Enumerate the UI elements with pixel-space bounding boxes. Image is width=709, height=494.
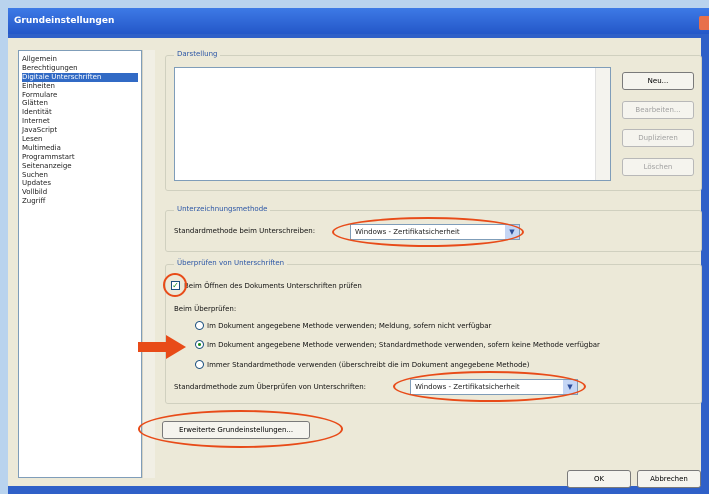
- radio-option-1-label: Im Dokument angegebene Methode verwenden…: [207, 322, 492, 330]
- signing-method-value: Windows - Zertifikatsicherheit: [355, 228, 460, 236]
- verify-on-open-label: Beim Öffnen des Dokuments Unterschriften…: [184, 282, 362, 290]
- cancel-button[interactable]: Abbrechen: [637, 470, 701, 488]
- radio-option-1[interactable]: [195, 321, 204, 330]
- new-button[interactable]: Neu...: [622, 72, 694, 90]
- radio-option-2-label: Im Dokument angegebene Methode verwenden…: [207, 341, 600, 349]
- radio-option-2[interactable]: [195, 340, 204, 349]
- duplicate-button[interactable]: Duplizieren: [622, 129, 694, 147]
- signature-appearance-list[interactable]: [174, 67, 611, 181]
- category-item[interactable]: Glätten: [22, 99, 138, 108]
- category-item[interactable]: JavaScript: [22, 126, 138, 135]
- category-item[interactable]: Updates: [22, 179, 138, 188]
- signing-method-group-title: Unterzeichnungsmethode: [174, 205, 271, 213]
- category-item[interactable]: Seitenanzeige: [22, 162, 138, 171]
- window-title: Grundeinstellungen: [14, 16, 115, 26]
- category-item[interactable]: Allgemein: [22, 55, 138, 64]
- advanced-settings-button[interactable]: Erweiterte Grundeinstellungen...: [162, 421, 310, 439]
- category-item[interactable]: Digitale Unterschriften: [22, 72, 138, 82]
- category-item[interactable]: Internet: [22, 117, 138, 126]
- ok-button[interactable]: OK: [567, 470, 631, 488]
- category-item[interactable]: Berechtigungen: [22, 64, 138, 73]
- category-list[interactable]: Allgemein Berechtigungen Digitale Untersch…: [18, 50, 142, 478]
- radio-option-3-label: Immer Standardmethode verwenden (übersch…: [207, 361, 530, 369]
- verification-method-value: Windows - Zertifikatsicherheit: [415, 383, 520, 391]
- checkmark-icon: ✓: [172, 281, 179, 290]
- darstellung-group-title: Darstellung: [174, 50, 221, 58]
- chevron-down-icon[interactable]: ▼: [563, 380, 577, 394]
- category-item[interactable]: Formulare: [22, 91, 138, 100]
- delete-button[interactable]: Löschen: [622, 158, 694, 176]
- verification-group-title: Überprüfen von Unterschriften: [174, 259, 288, 267]
- category-item[interactable]: Zugriff: [22, 197, 138, 206]
- title-bar[interactable]: Grundeinstellungen: [8, 8, 709, 34]
- category-item[interactable]: Identität: [22, 108, 138, 117]
- category-item[interactable]: Multimedia: [22, 144, 138, 153]
- category-item[interactable]: Vollbild: [22, 188, 138, 197]
- radio-option-3[interactable]: [195, 360, 204, 369]
- verify-on-open-checkbox[interactable]: ✓: [171, 281, 180, 290]
- close-icon[interactable]: [699, 16, 709, 30]
- appearance-list-scrollbar[interactable]: [595, 68, 610, 180]
- chevron-down-icon[interactable]: ▼: [505, 225, 519, 239]
- edit-button[interactable]: Bearbeiten...: [622, 101, 694, 119]
- category-item[interactable]: Suchen: [22, 171, 138, 180]
- category-item[interactable]: Lesen: [22, 135, 138, 144]
- category-item[interactable]: Einheiten: [22, 82, 138, 91]
- verification-method-label: Standardmethode zum Überprüfen von Unter…: [174, 383, 367, 391]
- category-item[interactable]: Programmstart: [22, 153, 138, 162]
- verification-mode-label: Beim Überprüfen:: [174, 305, 237, 313]
- signing-method-label: Standardmethode beim Unterschreiben:: [174, 227, 316, 235]
- verification-method-select[interactable]: Windows - Zertifikatsicherheit ▼: [410, 379, 578, 395]
- arrow-right-icon: [138, 335, 186, 359]
- signing-method-select[interactable]: Windows - Zertifikatsicherheit ▼: [350, 224, 520, 240]
- category-list-scrollbar[interactable]: [142, 50, 155, 478]
